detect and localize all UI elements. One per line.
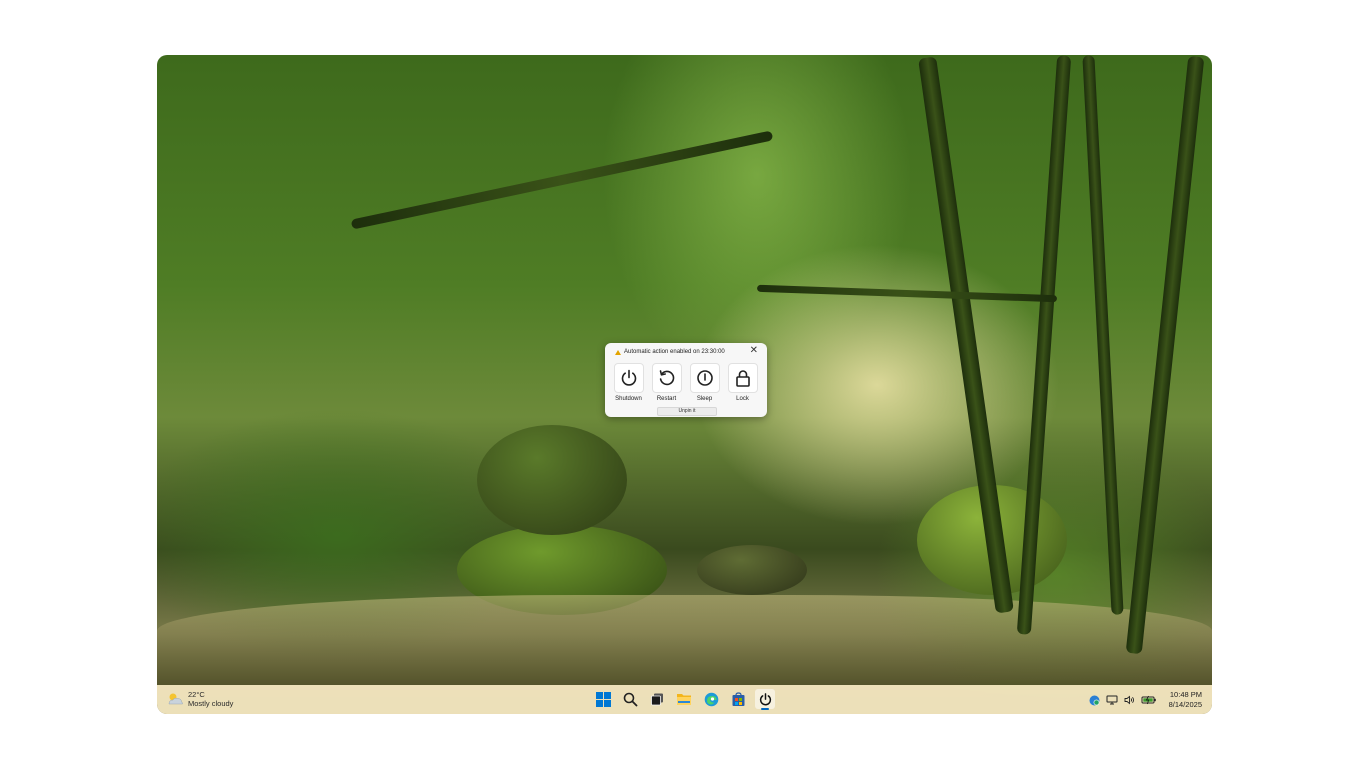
power-app-icon bbox=[759, 692, 771, 705]
search-button[interactable] bbox=[620, 689, 640, 709]
action-buttons: Shutdown Restart Sleep Lock bbox=[613, 363, 758, 402]
power-icon bbox=[621, 369, 636, 386]
unpin-button[interactable]: Unpin it bbox=[657, 407, 717, 416]
popup-header: Automatic action enabled on 23:30:00 bbox=[615, 349, 725, 355]
clock-time: 10:48 PM bbox=[1169, 690, 1202, 699]
bamboo-stalk bbox=[1125, 55, 1205, 655]
moss-rock bbox=[477, 425, 627, 535]
restart-icon bbox=[659, 370, 674, 386]
network-tray-button[interactable] bbox=[1106, 695, 1118, 705]
battery-tray-button[interactable] bbox=[1141, 695, 1157, 705]
defender-icon bbox=[1089, 695, 1100, 705]
warning-icon bbox=[615, 349, 621, 355]
sleep-label: Sleep bbox=[696, 396, 713, 402]
store-icon bbox=[732, 691, 744, 706]
file-explorer-icon bbox=[677, 694, 691, 705]
popup-message: Automatic action enabled on 23:30:00 bbox=[624, 349, 725, 355]
volume-icon bbox=[1124, 695, 1134, 705]
edge-browser-button[interactable] bbox=[701, 689, 721, 709]
clock[interactable]: 10:48 PM 8/14/2025 bbox=[1169, 690, 1202, 710]
lock-icon bbox=[735, 370, 750, 387]
lock-label: Lock bbox=[736, 396, 749, 402]
restart-label: Restart bbox=[656, 396, 677, 402]
taskbar: 22°C Mostly cloudy 10:48 PM 8/14/2025 bbox=[157, 685, 1212, 714]
restart-button[interactable]: Restart bbox=[651, 363, 682, 402]
system-tray: 10:48 PM 8/14/2025 bbox=[1089, 690, 1202, 710]
lock-button[interactable]: Lock bbox=[727, 363, 758, 402]
clock-date: 8/14/2025 bbox=[1168, 700, 1202, 709]
power-action-popup: Automatic action enabled on 23:30:00 ✕ S… bbox=[605, 343, 767, 417]
bamboo-stalk bbox=[1082, 55, 1124, 615]
weather-condition: Mostly cloudy bbox=[188, 699, 234, 708]
desktop-wallpaper: Automatic action enabled on 23:30:00 ✕ S… bbox=[157, 55, 1212, 714]
shutdown-label: Shutdown bbox=[615, 396, 642, 402]
weather-widget[interactable]: 22°C Mostly cloudy bbox=[166, 690, 233, 708]
file-explorer-button[interactable] bbox=[674, 689, 694, 709]
battery-icon bbox=[1141, 695, 1156, 705]
close-button[interactable]: ✕ bbox=[750, 346, 758, 356]
network-icon bbox=[1106, 695, 1118, 705]
active-app-indicator bbox=[761, 708, 769, 710]
weather-temperature: 22°C bbox=[188, 690, 205, 699]
volume-tray-button[interactable] bbox=[1124, 695, 1135, 705]
task-view-icon bbox=[650, 693, 663, 705]
sleep-icon bbox=[696, 370, 713, 386]
tree-branch bbox=[756, 284, 1058, 303]
defender-tray-button[interactable] bbox=[1089, 695, 1100, 706]
shutdown-button[interactable]: Shutdown bbox=[613, 363, 644, 402]
stream-water bbox=[157, 595, 1212, 685]
windows-start-icon bbox=[595, 691, 611, 707]
power-app-button[interactable] bbox=[755, 689, 775, 710]
partly-cloudy-icon bbox=[168, 693, 183, 705]
search-icon bbox=[623, 692, 637, 706]
store-button[interactable] bbox=[728, 689, 748, 709]
task-view-button[interactable] bbox=[647, 689, 667, 709]
start-button[interactable] bbox=[593, 689, 613, 709]
taskbar-apps bbox=[593, 689, 775, 710]
sleep-button[interactable]: Sleep bbox=[689, 363, 720, 402]
edge-browser-icon bbox=[704, 692, 718, 706]
tree-branch bbox=[350, 130, 774, 230]
rock bbox=[697, 545, 807, 595]
